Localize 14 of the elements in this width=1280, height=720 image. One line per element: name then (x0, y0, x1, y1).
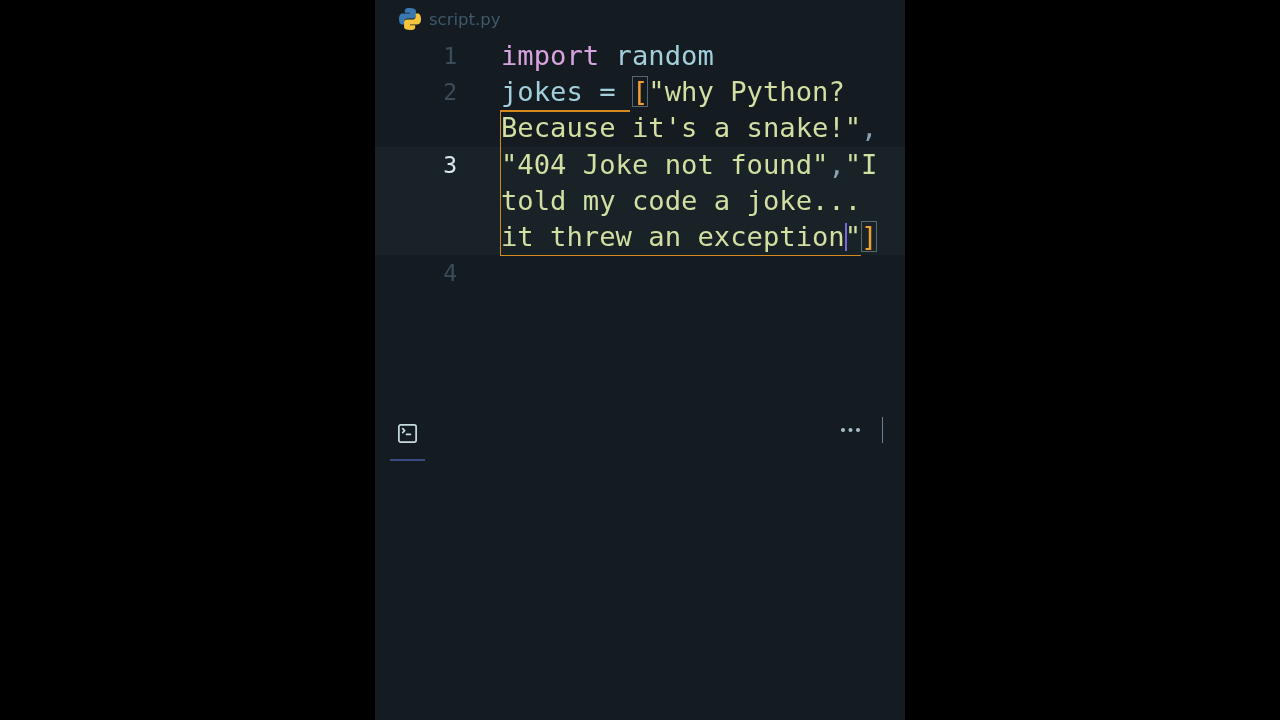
more-icon (840, 427, 860, 432)
code-line: Because it's a snake!", (501, 111, 879, 146)
line-number: 1 (442, 42, 457, 71)
file-tab[interactable]: script.py (399, 8, 501, 30)
line-number: 4 (442, 259, 457, 289)
code-line: it threw an exception"] (501, 219, 879, 254)
terminal-icon (396, 422, 419, 445)
python-icon (399, 8, 421, 30)
code-line: import random (501, 39, 715, 73)
code-line: "404 Joke not found","I (501, 147, 879, 182)
code-line: jokes = ["why Python? (501, 75, 846, 110)
code-line: told my code a joke... (501, 183, 863, 218)
line-number: 2 (442, 78, 457, 108)
line-number: 3 (442, 150, 457, 180)
